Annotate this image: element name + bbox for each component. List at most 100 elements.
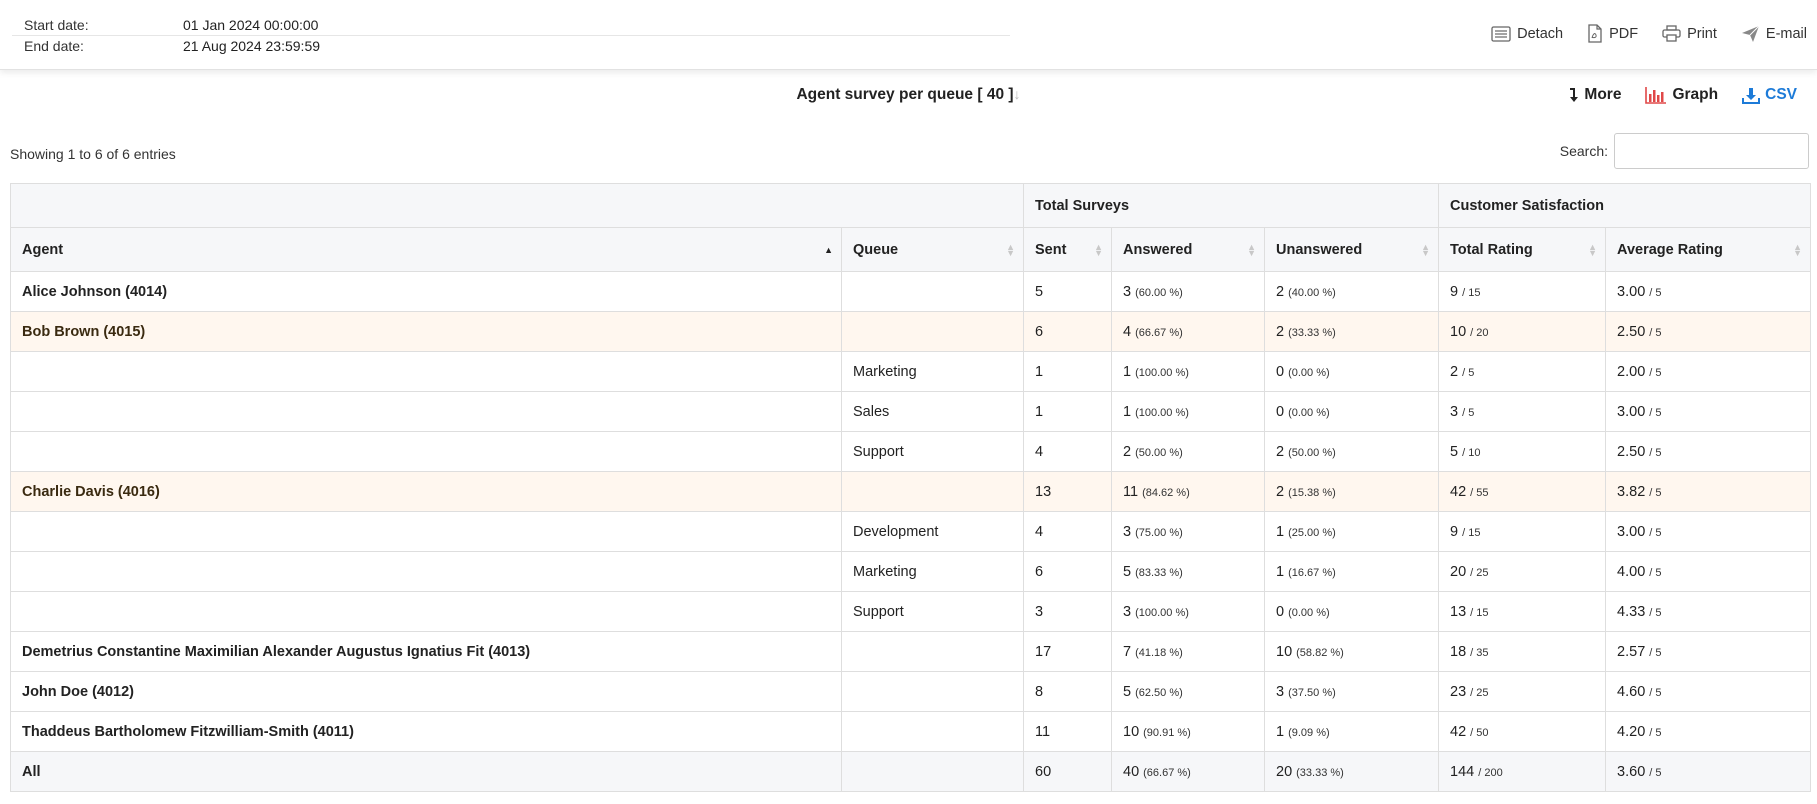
end-date-value: 21 Aug 2024 23:59:59 [183,38,321,54]
unanswered-percent: (15.38 %) [1288,486,1336,499]
average-rating-cell: 4.20/ 5 [1605,711,1812,752]
answered-percent: (50.00 %) [1135,446,1183,459]
average-rating-value: 3.00 [1617,283,1646,300]
report-title: Agent survey per queue [ 40 ]↓ [0,86,1817,104]
answered-percent: (60.00 %) [1135,286,1183,299]
queue-cell [841,471,1024,512]
agent-cell [10,431,842,472]
sort-icon: ▲ ▼ [1421,241,1431,258]
average-rating-cell: 3.00/ 5 [1605,511,1812,552]
answered-cell: 1 (100.00 %) [1111,351,1265,392]
column-header-total-rating[interactable]: Total Rating ▲ ▼ [1438,227,1607,272]
agent-row: Charlie Davis (4016) 13 11 (84.62 %) 2 (15.38… [10,471,1812,512]
sort-icon: ▲ ▼ [1094,241,1103,258]
unanswered-value: 0 [1276,403,1285,420]
graph-label: Graph [1672,86,1719,103]
average-rating-cell: 3.60/ 5 [1605,751,1812,792]
unanswered-percent: (0.00 %) [1288,366,1330,379]
total-rating-value: 10 [1450,323,1467,340]
queue-cell: Development [841,511,1024,552]
csv-button[interactable]: CSV [1742,86,1797,104]
unanswered-percent: (0.00 %) [1288,406,1330,419]
unanswered-cell: 1 (9.09 %) [1263,711,1440,752]
agent-name: Charlie Davis (4016) [22,483,160,500]
unanswered-value: 3 [1276,683,1285,700]
total-rating-max: / 55 [1470,486,1489,499]
agent-cell: John Doe (4012) [10,671,842,712]
average-rating-cell: 3.00/ 5 [1605,391,1812,432]
average-rating-max: / 5 [1649,566,1662,579]
unanswered-value: 2 [1276,323,1285,340]
sent-cell: 6 [1023,551,1112,592]
column-header-agent[interactable]: Agent ▲ [10,227,842,272]
answered-value: 5 [1123,683,1132,700]
column-header-average-rating[interactable]: Average Rating ▲ ▼ [1605,227,1812,272]
average-rating-value: 4.20 [1617,723,1646,740]
total-rating-max: / 35 [1470,646,1489,659]
email-label: E-mail [1765,25,1807,42]
graph-button[interactable]: Graph [1645,86,1718,104]
agent-row: John Doe (4012) 8 5 (62.50 %) 3 (37.50 %) 23/ … [10,671,1812,712]
average-rating-max: / 5 [1649,486,1662,499]
answered-cell: 4 (66.67 %) [1111,311,1265,352]
start-date-label: Start date: [24,16,89,33]
sent-value: 6 [1035,563,1044,580]
column-header-answered[interactable]: Answered ▲ ▼ [1111,227,1265,272]
average-rating-cell: 4.00/ 5 [1605,551,1812,592]
download-arrow-icon[interactable]: ↓ [1014,86,1021,102]
sort-icon: ▲ ▼ [1588,241,1598,258]
unanswered-value: 2 [1276,443,1285,460]
unanswered-value: 1 [1276,723,1285,740]
answered-cell: 3 (60.00 %) [1111,271,1265,312]
unanswered-cell: 2 (15.38 %) [1263,471,1440,512]
sent-cell: 1 [1023,391,1112,432]
column-header-queue[interactable]: Queue ▲ ▼ [841,227,1024,272]
column-header-sent[interactable]: Sent ▲ ▼ [1023,227,1112,272]
column-header-queue-label: Queue [853,241,899,258]
agent-name: Alice Johnson (4014) [22,283,168,300]
agent-cell: All [10,751,842,792]
answered-percent: (75.00 %) [1135,526,1183,539]
agent-name: Demetrius Constantine Maximilian Alexand… [22,643,531,660]
sent-value: 1 [1035,363,1044,380]
answered-percent: (90.91 %) [1143,726,1191,739]
total-rating-cell: 2/ 5 [1438,351,1607,392]
total-rating-max: / 15 [1462,286,1481,299]
answered-percent: (83.33 %) [1135,566,1183,579]
table-column-header: Agent ▲ Queue ▲ ▼ Sent ▲ ▼ Answered ▲ ▼ Unanswe… [10,227,1812,272]
unanswered-cell: 1 (16.67 %) [1263,551,1440,592]
pdf-button[interactable]: PDF [1587,24,1638,43]
queue-cell [841,711,1024,752]
report-actions: Detach PDF Print E-mail [1491,24,1807,43]
total-rating-value: 3 [1450,403,1459,420]
average-rating-max: / 5 [1649,446,1662,459]
answered-cell: 40 (66.67 %) [1111,751,1265,792]
queue-subrow: Development 4 3 (75.00 %) 1 (25.00 %) 9/ 15 3.0… [10,511,1812,552]
more-button[interactable]: More [1568,86,1621,104]
total-rating-value: 2 [1450,363,1459,380]
sort-icon: ▲ ▼ [1247,241,1256,258]
unanswered-value: 1 [1276,523,1285,540]
unanswered-percent: (33.33 %) [1296,766,1344,779]
queue-name: Development [853,523,939,540]
queue-cell: Marketing [841,551,1024,592]
agent-name: Bob Brown (4015) [22,323,146,340]
agent-cell: Bob Brown (4015) [10,311,842,352]
sent-value: 13 [1035,483,1052,500]
sent-value: 5 [1035,283,1044,300]
unanswered-percent: (33.33 %) [1288,326,1336,339]
email-button[interactable]: E-mail [1741,25,1807,43]
average-rating-max: / 5 [1649,766,1662,779]
table-body: Alice Johnson (4014) 5 3 (60.00 %) 2 (40.00 %… [10,271,1812,792]
queue-subrow: Sales 1 1 (100.00 %) 0 (0.00 %) 3/ 5 3.00/ 5 [10,391,1812,432]
total-rating-max: / 15 [1462,526,1481,539]
print-button[interactable]: Print [1662,25,1717,42]
average-rating-value: 4.00 [1617,563,1646,580]
detach-button[interactable]: Detach [1491,26,1563,42]
queue-name: Support [853,443,904,460]
total-rating-max: / 50 [1470,726,1489,739]
average-rating-cell: 4.33/ 5 [1605,591,1812,632]
agent-row: Bob Brown (4015) 6 4 (66.67 %) 2 (33.33 %) 10/… [10,311,1812,352]
search-input[interactable] [1614,133,1809,169]
column-header-unanswered[interactable]: Unanswered ▲ ▼ [1263,227,1440,272]
